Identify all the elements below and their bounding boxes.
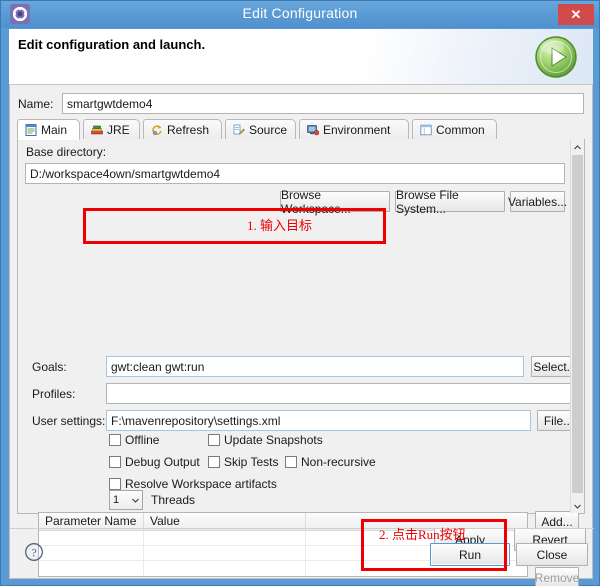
checkbox-skip-tests[interactable]: Skip Tests: [208, 455, 278, 469]
threads-dropdown[interactable]: 1: [109, 490, 143, 510]
tab-common-label: Common: [436, 123, 485, 137]
main-tab-content: Base directory: Browse Workspace... Brow…: [18, 139, 580, 586]
checkbox-non-recursive[interactable]: Non-recursive: [285, 455, 376, 469]
tab-refresh[interactable]: Refresh: [143, 119, 222, 140]
browse-workspace-button[interactable]: Browse Workspace...: [280, 188, 390, 216]
title-bar: Edit Configuration ✕: [1, 1, 599, 28]
tab-jre[interactable]: JRE: [83, 119, 140, 140]
name-input[interactable]: [62, 93, 584, 114]
user-settings-label: User settings:: [32, 414, 106, 428]
browse-file-system-button[interactable]: Browse File System...: [395, 188, 505, 216]
refresh-arrows-icon: [151, 124, 163, 136]
edit-configuration-dialog: Edit Configuration ✕ Edit configuration …: [0, 0, 600, 586]
table-cell: [39, 561, 144, 576]
dialog-body: Name: Main: [9, 85, 594, 586]
vertical-scrollbar[interactable]: [570, 140, 583, 513]
environment-monitor-icon: [307, 124, 319, 136]
close-dialog-button[interactable]: Close: [516, 543, 588, 566]
user-settings-input[interactable]: [106, 410, 531, 431]
tab-environment-label: Environment: [323, 123, 391, 137]
tab-environment[interactable]: Environment: [299, 119, 409, 140]
remove-parameter-button[interactable]: Remove: [535, 567, 579, 586]
debug-output-checkbox[interactable]: [109, 456, 121, 468]
profiles-label: Profiles:: [32, 387, 76, 401]
main-document-icon: [25, 123, 37, 136]
skip-tests-label: Skip Tests: [224, 455, 279, 469]
tab-refresh-label: Refresh: [167, 123, 210, 137]
annotation-text-goals: 1. 输入目标: [247, 218, 313, 233]
threads-value: 1: [113, 494, 120, 506]
tab-source[interactable]: Source: [225, 119, 296, 140]
update-snapshots-label: Update Snapshots: [224, 433, 323, 447]
tab-main[interactable]: Main: [17, 119, 80, 140]
scrollbar-thumb[interactable]: [572, 155, 583, 493]
base-directory-label: Base directory:: [26, 145, 107, 159]
common-window-icon: [420, 124, 432, 136]
window-title: Edit Configuration: [242, 5, 358, 21]
checkbox-debug-output[interactable]: Debug Output: [109, 455, 200, 469]
scroll-up-arrow-icon[interactable]: [571, 140, 584, 154]
annotation-text-run: 2. 点击Run按钮: [379, 527, 466, 542]
tab-jre-label: JRE: [107, 123, 130, 137]
tab-strip: Main JRE Refresh Source Environment Comm…: [17, 119, 585, 140]
threads-row: 1 Threads: [109, 490, 195, 510]
debug-output-label: Debug Output: [125, 455, 200, 469]
non-recursive-label: Non-recursive: [301, 455, 376, 469]
resolve-workspace-artifacts-label: Resolve Workspace artifacts: [125, 477, 277, 491]
dialog-header: Edit configuration and launch.: [9, 29, 593, 85]
checkbox-offline[interactable]: Offline: [109, 433, 159, 447]
skip-tests-checkbox[interactable]: [208, 456, 220, 468]
name-label: Name:: [18, 97, 54, 111]
checkbox-update-snapshots[interactable]: Update Snapshots: [208, 433, 323, 447]
tab-main-label: Main: [41, 122, 68, 137]
header-message: Edit configuration and launch.: [18, 37, 206, 52]
threads-label: Threads: [151, 493, 196, 507]
goals-label: Goals:: [32, 360, 67, 374]
svg-text:?: ?: [31, 545, 36, 559]
tab-common[interactable]: Common: [412, 119, 497, 140]
non-recursive-checkbox[interactable]: [285, 456, 297, 468]
table-cell: [144, 561, 306, 576]
offline-checkbox[interactable]: [109, 434, 121, 446]
name-row: Name:: [18, 93, 584, 115]
close-window-button[interactable]: ✕: [558, 4, 594, 25]
checkbox-resolve-workspace-artifacts[interactable]: Resolve Workspace artifacts: [109, 477, 277, 491]
tab-source-label: Source: [249, 123, 288, 137]
run-button[interactable]: Run: [430, 543, 510, 566]
jre-books-icon: [91, 124, 103, 136]
profiles-input[interactable]: [106, 383, 579, 404]
question-mark-help-icon[interactable]: ?: [24, 542, 44, 562]
update-snapshots-checkbox[interactable]: [208, 434, 220, 446]
main-tab-panel: Base directory: Browse Workspace... Brow…: [17, 139, 585, 586]
base-directory-input[interactable]: [25, 163, 565, 184]
source-pencil-icon: [233, 124, 245, 136]
scroll-down-arrow-icon[interactable]: [571, 499, 584, 513]
offline-label: Offline: [125, 433, 160, 447]
resolve-workspace-artifacts-checkbox[interactable]: [109, 478, 121, 490]
goals-input[interactable]: [106, 356, 524, 377]
chevron-down-icon: [132, 494, 139, 506]
footer-divider: [10, 528, 594, 529]
variables-button[interactable]: Variables...: [508, 191, 567, 212]
green-run-play-icon: [533, 34, 579, 80]
